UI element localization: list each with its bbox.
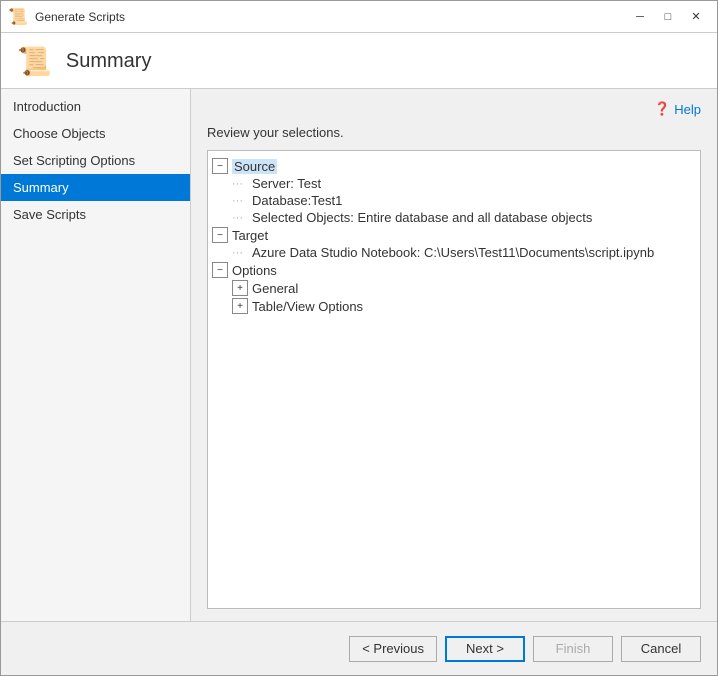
azure-label: Azure Data Studio Notebook: C:\Users\Tes… [252, 245, 654, 260]
content-area: Introduction Choose Objects Set Scriptin… [1, 89, 717, 621]
sidebar-item-summary[interactable]: Summary [1, 174, 190, 201]
next-button[interactable]: Next > [445, 636, 525, 662]
tree-box[interactable]: − Source ··· Server: Test ··· Database:T… [207, 150, 701, 609]
target-label: Target [232, 228, 268, 243]
tree-database-row: ··· Database:Test1 [232, 192, 592, 209]
server-label: Server: Test [252, 176, 321, 191]
connector-database: ··· [232, 195, 248, 207]
window: 📜 Generate Scripts ─ □ ✕ 📜 Summary Intro… [0, 0, 718, 676]
tree-selected-objects-row: ··· Selected Objects: Entire database an… [232, 209, 592, 226]
tree-azure-row: ··· Azure Data Studio Notebook: C:\Users… [232, 244, 654, 261]
help-link-area: ❓ Help [207, 101, 701, 117]
close-button[interactable]: ✕ [683, 7, 709, 27]
sidebar-item-introduction[interactable]: Introduction [1, 93, 190, 120]
general-label: General [252, 281, 298, 296]
header-icon: 📜 [17, 45, 52, 78]
table-view-expander[interactable]: + [232, 298, 248, 314]
connector-selected: ··· [232, 212, 248, 224]
options-children: + General + Table/View Options [212, 279, 363, 315]
review-label: Review your selections. [207, 125, 701, 140]
help-label: Help [674, 102, 701, 117]
tree-source-node: − Source ··· Server: Test ··· Database:T… [212, 157, 696, 226]
database-label: Database:Test1 [252, 193, 342, 208]
sidebar-item-save-scripts[interactable]: Save Scripts [1, 201, 190, 228]
sidebar-item-choose-objects[interactable]: Choose Objects [1, 120, 190, 147]
sidebar-item-set-scripting-options[interactable]: Set Scripting Options [1, 147, 190, 174]
header-area: 📜 Summary [1, 33, 717, 89]
selected-objects-label: Selected Objects: Entire database and al… [252, 210, 592, 225]
main-panel: ❓ Help Review your selections. − Source [191, 89, 717, 621]
connector-server: ··· [232, 178, 248, 190]
tree-server-row: ··· Server: Test [232, 175, 592, 192]
tree-target-node: − Target ··· Azure Data Studio Notebook:… [212, 226, 696, 261]
tree-target-row[interactable]: − Target [212, 226, 268, 244]
target-children: ··· Azure Data Studio Notebook: C:\Users… [212, 244, 654, 261]
help-icon: ❓ [654, 101, 670, 117]
window-title: Generate Scripts [35, 10, 627, 24]
source-expander[interactable]: − [212, 158, 228, 174]
tree-general-row[interactable]: + General [232, 279, 363, 297]
window-controls: ─ □ ✕ [627, 7, 709, 27]
window-icon: 📜 [9, 8, 27, 26]
maximize-button[interactable]: □ [655, 7, 681, 27]
sidebar: Introduction Choose Objects Set Scriptin… [1, 89, 191, 621]
footer: < Previous Next > Finish Cancel [1, 621, 717, 675]
target-expander[interactable]: − [212, 227, 228, 243]
tree-options-node: − Options + General + Table/View Options [212, 261, 696, 315]
options-expander[interactable]: − [212, 262, 228, 278]
general-expander[interactable]: + [232, 280, 248, 296]
source-children: ··· Server: Test ··· Database:Test1 ··· … [212, 175, 592, 226]
help-link[interactable]: ❓ Help [654, 101, 701, 117]
tree-source-row[interactable]: − Source [212, 157, 277, 175]
source-label: Source [232, 159, 277, 174]
cancel-button[interactable]: Cancel [621, 636, 701, 662]
connector-azure: ··· [232, 247, 248, 259]
tree-table-view-row[interactable]: + Table/View Options [232, 297, 363, 315]
header-title: Summary [66, 50, 152, 73]
finish-button[interactable]: Finish [533, 636, 613, 662]
options-label: Options [232, 263, 277, 278]
window-body: 📜 Summary Introduction Choose Objects Se… [1, 33, 717, 675]
table-view-label: Table/View Options [252, 299, 363, 314]
previous-button[interactable]: < Previous [349, 636, 437, 662]
tree-options-row[interactable]: − Options [212, 261, 277, 279]
title-bar: 📜 Generate Scripts ─ □ ✕ [1, 1, 717, 33]
minimize-button[interactable]: ─ [627, 7, 653, 27]
